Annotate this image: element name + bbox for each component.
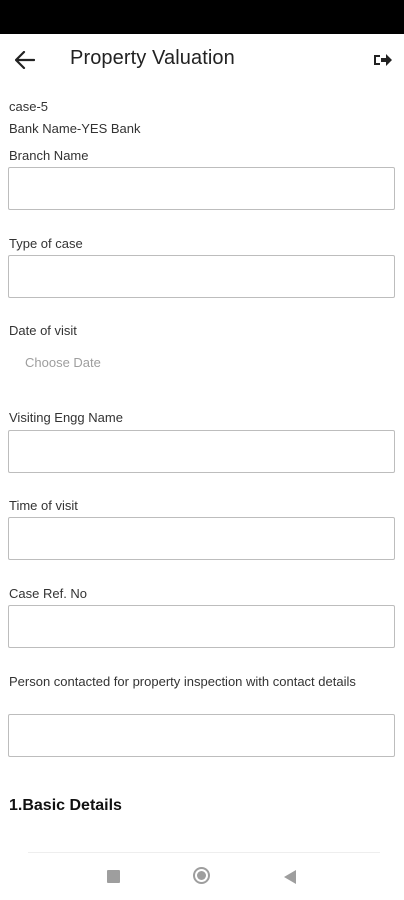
home-icon[interactable] — [193, 867, 210, 884]
logout-button[interactable] — [370, 48, 396, 72]
logout-icon — [374, 54, 392, 66]
app-bar: Property Valuation — [0, 34, 404, 86]
visiting-engg-name-input[interactable] — [8, 430, 395, 473]
case-ref-no-input[interactable] — [8, 605, 395, 648]
system-back-icon[interactable] — [284, 870, 296, 884]
branch-name-input[interactable] — [8, 167, 395, 210]
type-of-case-label: Type of case — [9, 236, 83, 251]
basic-details-heading[interactable]: 1.Basic Details — [9, 797, 122, 815]
person-contacted-input[interactable] — [8, 714, 395, 757]
visiting-engg-name-label: Visiting Engg Name — [9, 410, 123, 425]
status-bar — [0, 0, 404, 34]
person-contacted-label: Person contacted for property inspection… — [9, 674, 356, 689]
recent-apps-icon[interactable] — [107, 870, 120, 883]
case-id: case-5 — [9, 99, 49, 114]
time-of-visit-input[interactable] — [8, 517, 395, 560]
case-ref-no-label: Case Ref. No — [9, 586, 88, 601]
type-of-case-input[interactable] — [8, 255, 395, 298]
branch-name-label: Branch Name — [9, 148, 89, 163]
system-nav-bar — [0, 853, 404, 900]
date-of-visit-label: Date of visit — [9, 323, 77, 338]
time-of-visit-label: Time of visit — [9, 498, 78, 513]
date-of-visit-picker[interactable]: Choose Date — [25, 355, 101, 370]
arrow-left-icon — [15, 51, 35, 69]
bank-name: Bank Name-YES Bank — [9, 121, 141, 136]
back-button[interactable] — [10, 46, 40, 74]
page-title: Property Valuation — [70, 47, 235, 69]
